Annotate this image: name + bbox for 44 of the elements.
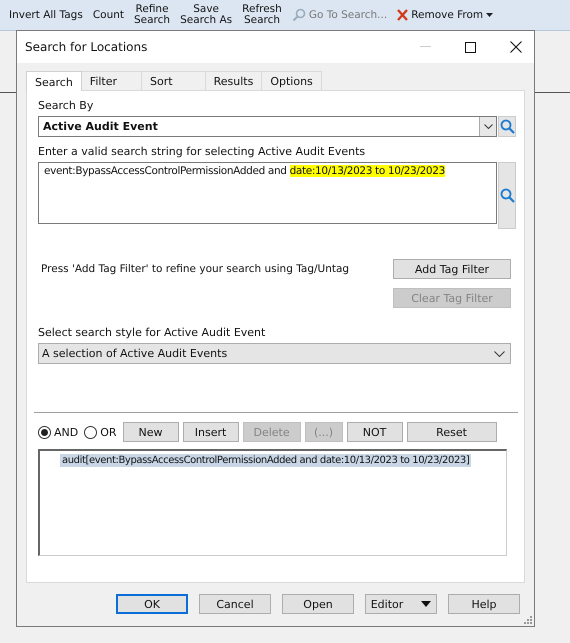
search-string-field[interactable]: event:BypassAccessControlPermissionAdded and date:10/13/2023 to 10/23/2023 [38,162,497,224]
dialog-button[interactable]: Editor [365,594,437,614]
toolbar-button[interactable]: Refine Search [129,4,176,26]
radio-circle[interactable] [84,426,98,438]
expression-button[interactable]: Insert [182,422,239,442]
radio-button[interactable]: AND [38,426,78,438]
dialog-button[interactable]: OK [116,594,188,614]
chevron-icon [494,350,505,356]
tag-filter-button[interactable]: Add Tag Filter [393,259,511,279]
expression-button[interactable]: Reset [406,422,497,442]
field-label: Select search style for Active Audit Event [38,326,266,339]
maximize-icon[interactable] [465,42,476,52]
toolbar-button[interactable]: Count [88,10,129,20]
dialog-button[interactable]: Help [448,594,520,614]
search-by-dropdown[interactable]: Active Audit Event [38,116,497,137]
tab[interactable]: Search [26,71,82,91]
resize-grip-icon[interactable] [524,616,532,624]
search-icon [500,119,514,134]
expression-button[interactable]: New [122,422,179,442]
dialog-button[interactable]: Cancel [199,594,271,614]
radio-button[interactable]: OR [84,426,117,438]
search-icon [292,8,306,22]
expression-item[interactable]: audit[event:BypassAccessControlPermissionAdded and date:10/13/2023 to 10/23/2023] [60,454,472,467]
caret-icon [486,13,494,17]
window-title: Search for Locations [25,40,148,54]
close-icon[interactable] [510,41,522,53]
search-style-dropdown[interactable]: A selection of Active Audit Events [38,343,511,364]
radio-circle[interactable] [38,426,51,438]
tab[interactable]: Options [261,71,322,90]
field-label: Search By [38,99,94,112]
toolbar-button[interactable]: Remove From [392,9,498,21]
expression-button[interactable]: NOT [346,422,403,442]
field-label: Enter a valid search string for selecting Active Audit Events [38,145,366,158]
search-button[interactable] [498,162,516,229]
x-icon [397,9,408,21]
chevron-icon [484,124,492,129]
dialog-button[interactable]: Open [282,594,354,614]
tag-filter-hint: Press 'Add Tag Filter' to refine your search using Tag/Untag [40,262,350,277]
search-icon [500,188,514,203]
toolbar-button[interactable]: Invert All Tags [4,10,88,20]
caret-icon [421,601,432,607]
toolbar-button[interactable]: Save Search As [175,4,238,26]
toolbar-button[interactable]: Refresh Search [237,4,287,26]
search-button[interactable] [498,116,516,137]
